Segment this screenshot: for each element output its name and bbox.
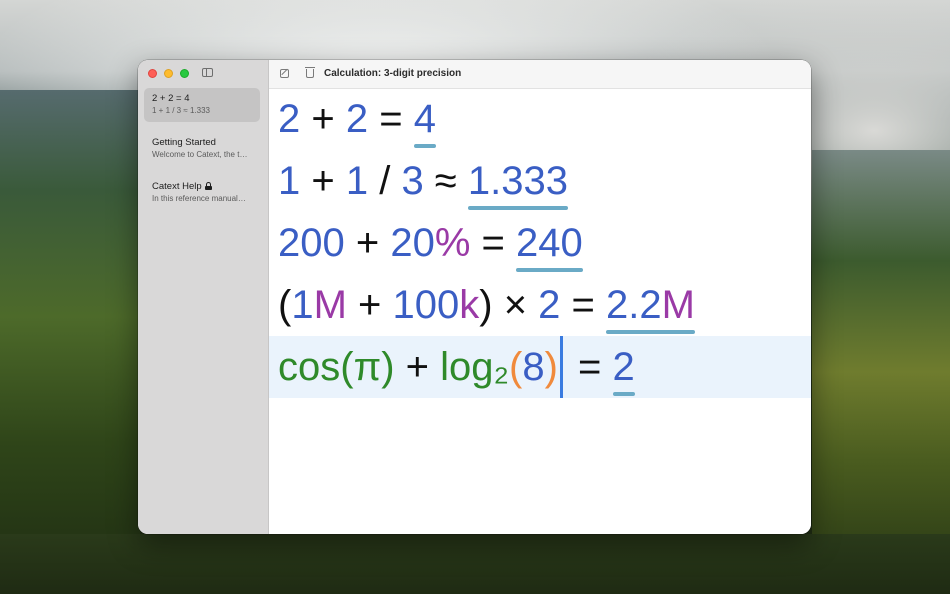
- result-unit: M: [661, 283, 695, 327]
- list-item[interactable]: Getting Started Welcome to Catext, the t…: [144, 132, 260, 166]
- window-title: Calculation: 3-digit precision: [324, 68, 462, 79]
- editor-line[interactable]: 1 + 1 / 3 ≈ 1.333: [269, 150, 811, 212]
- number-token: 200: [278, 221, 345, 265]
- editor[interactable]: 2 + 2 = 4 1 + 1 / 3 ≈ 1.333 200 + 20% = …: [269, 88, 811, 398]
- note-list: 2 + 2 = 4 1 + 1 / 3 ≈ 1.333 Getting Star…: [144, 88, 260, 220]
- minimize-button[interactable]: [164, 69, 173, 78]
- close-button[interactable]: [148, 69, 157, 78]
- result-number: 2.2: [606, 283, 662, 327]
- operator-token: +: [300, 97, 346, 141]
- trash-icon[interactable]: [305, 67, 315, 78]
- operator-token: =: [368, 97, 414, 141]
- main-pane: Calculation: 3-digit precision 2 + 2 = 4…: [269, 60, 811, 534]
- operator-token: ≈: [423, 159, 468, 203]
- operator-token: +: [346, 283, 393, 327]
- operator-token: +: [300, 159, 346, 203]
- number-token: 1: [278, 159, 301, 203]
- paren-token: ): [381, 345, 395, 389]
- note-title: Getting Started: [152, 137, 216, 148]
- paren-token: (: [509, 345, 523, 389]
- percent-token: %: [434, 221, 471, 265]
- note-preview: In this reference manual…: [152, 194, 246, 203]
- editor-line[interactable]: (1M + 100k) × 2 = 2.2M: [269, 274, 811, 336]
- note-title: Catext Help: [152, 181, 202, 192]
- function-token: cos: [278, 345, 341, 389]
- constant-token: π: [353, 345, 382, 389]
- wallpaper-bottom: [0, 534, 950, 594]
- editor-line[interactable]: 200 + 20% = 240: [269, 212, 811, 274]
- text-cursor: [559, 336, 563, 398]
- number-token: 3: [401, 159, 424, 203]
- note-preview: Welcome to Catext, the t…: [152, 150, 248, 159]
- compose-icon[interactable]: [280, 69, 289, 78]
- number-token: 8: [522, 345, 545, 389]
- editor-line[interactable]: 2 + 2 = 4: [269, 88, 811, 150]
- unit-token: M: [313, 283, 347, 327]
- toolbar: Calculation: 3-digit precision: [269, 60, 811, 89]
- paren-token: ): [544, 345, 558, 389]
- paren-token: (: [340, 345, 354, 389]
- unit-token: k: [459, 283, 480, 327]
- app-window: 2 + 2 = 4 1 + 1 / 3 ≈ 1.333 Getting Star…: [138, 60, 811, 534]
- operator-token: /: [368, 159, 402, 203]
- operator-token: +: [394, 345, 441, 389]
- result-value: 2.2M: [606, 274, 695, 336]
- note-title: 2 + 2 = 4: [152, 93, 190, 104]
- number-token: 2: [538, 283, 561, 327]
- wallpaper-left: [0, 90, 140, 594]
- number-token: 1: [345, 159, 369, 203]
- number-token: 100: [392, 283, 460, 327]
- note-title-row: Catext Help: [152, 181, 252, 193]
- paren-token: (: [278, 283, 292, 327]
- paren-token: ): [479, 283, 493, 327]
- function-token: log₂: [440, 345, 510, 389]
- sidebar-toggle-icon[interactable]: [202, 68, 213, 77]
- operator-token: =: [560, 283, 607, 327]
- number-token: 2: [345, 97, 369, 141]
- result-value: 2: [612, 336, 636, 398]
- result-value: 240: [516, 212, 583, 274]
- result-value: 4: [413, 88, 437, 150]
- list-item[interactable]: 2 + 2 = 4 1 + 1 / 3 ≈ 1.333: [144, 88, 260, 122]
- wallpaper-right: [812, 150, 950, 594]
- number-token: 2: [278, 97, 301, 141]
- list-item[interactable]: Catext Help In this reference manual…: [144, 176, 260, 210]
- number-token: 1: [291, 283, 314, 327]
- note-preview: 1 + 1 / 3 ≈ 1.333: [152, 106, 210, 115]
- result-value: 1.333: [467, 150, 569, 212]
- zoom-button[interactable]: [180, 69, 189, 78]
- operator-token: +: [344, 221, 391, 265]
- operator-token: =: [470, 221, 517, 265]
- operator-token: =: [566, 345, 613, 389]
- lock-icon: [204, 182, 212, 190]
- sidebar: 2 + 2 = 4 1 + 1 / 3 ≈ 1.333 Getting Star…: [138, 60, 269, 534]
- editor-line-current[interactable]: cos(π) + log₂(8) = 2: [269, 336, 811, 398]
- window-controls: [148, 69, 189, 78]
- operator-token: ×: [492, 283, 539, 327]
- number-token: 20: [390, 221, 435, 265]
